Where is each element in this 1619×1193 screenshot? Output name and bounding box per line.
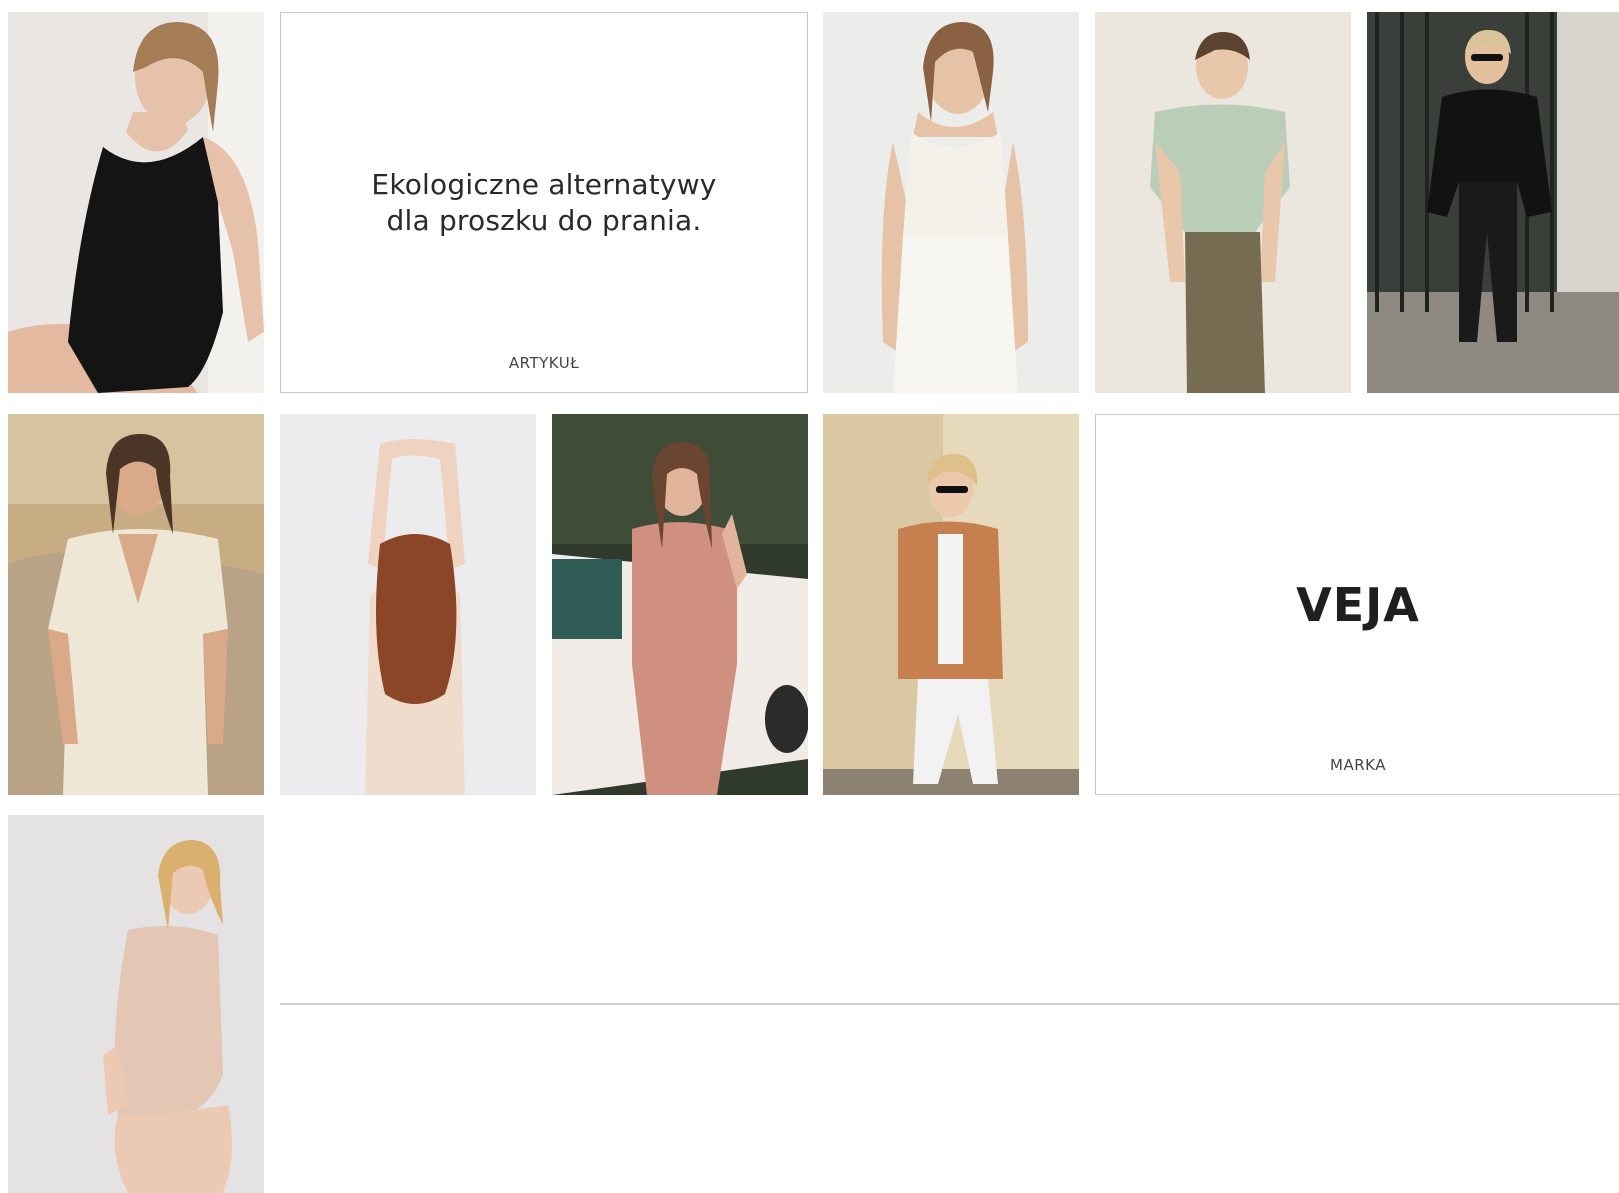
product-photo-3[interactable]	[1095, 12, 1351, 393]
product-photo-8[interactable]	[823, 414, 1079, 795]
brand-card[interactable]: VEJA MARKA	[1095, 414, 1619, 795]
article-title: Ekologiczne alternatywy dla proszku do p…	[371, 167, 716, 239]
photo-white-camisole	[823, 12, 1079, 393]
photo-black-bodysuit	[8, 12, 264, 393]
photo-cream-wrap-dress	[8, 414, 264, 795]
product-photo-6[interactable]	[280, 414, 536, 795]
photo-raised-arms-back	[280, 414, 536, 795]
product-photo-1[interactable]	[8, 12, 264, 393]
photo-green-tee	[1095, 12, 1351, 393]
brand-title: VEJA	[1296, 577, 1420, 632]
product-photo-2[interactable]	[823, 12, 1079, 393]
article-title-line-1: Ekologiczne alternatywy	[371, 167, 717, 201]
photo-tan-blazer	[823, 414, 1079, 795]
brand-tag: MARKA	[1330, 756, 1386, 774]
photo-black-sweater-street	[1367, 12, 1619, 393]
product-photo-7[interactable]	[552, 414, 808, 795]
photo-pink-dress-car	[552, 414, 808, 795]
article-card[interactable]: Ekologiczne alternatywy dla proszku do p…	[280, 12, 808, 393]
article-title-line-2: dla proszku do prania.	[386, 203, 702, 237]
photo-nude-bodysuit	[8, 815, 264, 1193]
product-photo-9[interactable]	[8, 815, 264, 1193]
section-divider	[280, 1003, 1619, 1005]
product-photo-4[interactable]	[1367, 12, 1619, 393]
product-photo-5[interactable]	[8, 414, 264, 795]
article-tag: ARTYKUŁ	[508, 354, 580, 372]
